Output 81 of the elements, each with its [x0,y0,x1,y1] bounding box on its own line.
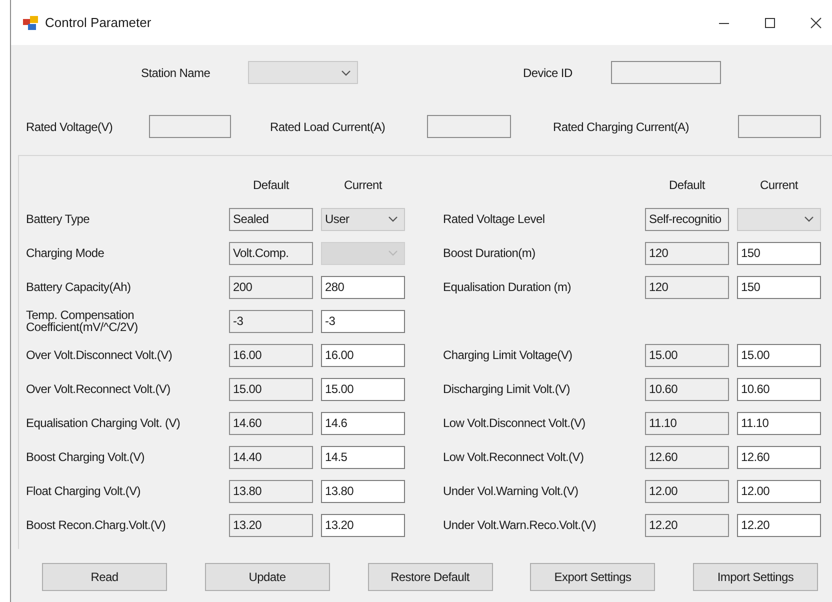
text-field[interactable]: 15.00 [321,378,405,400]
text-field[interactable]: 12.20 [737,514,821,536]
maximize-icon[interactable] [764,16,776,28]
text-field[interactable]: 150 [737,242,821,264]
text-field[interactable]: Self-recognitio [645,208,729,230]
text-field[interactable]: 10.60 [737,378,821,400]
field-label: Rated Charging Current(A) [553,120,690,134]
text-field[interactable]: 14.5 [321,446,405,468]
parameter-label: Temp. Compensation Coefficient(mV/^C/2V) [26,309,139,333]
text-field[interactable]: -3 [321,310,405,332]
text-field[interactable]: 16.00 [321,344,405,366]
parameter-label: Low Volt.Reconnect Volt.(V) [443,450,585,464]
parameter-label: Equalisation Charging Volt. (V) [26,416,182,430]
text-field[interactable] [149,115,231,138]
text-field[interactable]: 12.60 [645,446,729,468]
text-field[interactable]: 12.00 [737,480,821,502]
text-field[interactable]: 120 [645,276,729,298]
text-field[interactable]: 11.10 [737,412,821,434]
parameter-label: Battery Capacity(Ah) [26,280,132,294]
parameter-label: Charging Limit Voltage(V) [443,348,574,362]
text-field[interactable]: 120 [645,242,729,264]
parameter-label: Rated Voltage Level [443,212,546,226]
caret-icon [388,216,398,222]
parameter-label: Discharging Limit Volt.(V) [443,382,571,396]
parameter-label: Over Volt.Reconnect Volt.(V) [26,382,172,396]
text-field[interactable]: 13.80 [229,480,313,502]
text-field[interactable]: 16.00 [229,344,313,366]
field-label: Rated Voltage(V) [26,120,114,134]
field-label: Device ID [523,66,574,80]
field-label: Rated Load Current(A) [270,120,386,134]
column-header: Current [759,177,800,194]
text-field[interactable]: 14.6 [321,412,405,434]
text-field[interactable] [738,115,821,138]
text-field[interactable]: 12.60 [737,446,821,468]
caret-icon [804,216,814,222]
text-field[interactable]: 11.10 [645,412,729,434]
parameter-label: Over Volt.Disconnect Volt.(V) [26,348,174,362]
text-field[interactable]: 12.00 [645,480,729,502]
parameter-label: Battery Type [26,212,91,226]
text-field[interactable]: -3 [229,310,313,332]
text-field[interactable]: 12.20 [645,514,729,536]
parameter-label: Boost Duration(m) [443,246,536,260]
action-button[interactable]: Read [42,563,167,591]
field-label: Station Name [141,66,212,80]
caret-icon [388,250,398,256]
parameter-label: Low Volt.Disconnect Volt.(V) [443,416,586,430]
text-field[interactable]: 10.60 [645,378,729,400]
text-field[interactable] [427,115,511,138]
close-icon[interactable] [810,16,822,28]
text-field[interactable]: 280 [321,276,405,298]
parameter-label: Float Charging Volt.(V) [26,484,142,498]
action-button[interactable]: Export Settings [530,563,656,591]
column-header: Default [668,177,706,194]
action-button[interactable]: Update [204,563,330,591]
text-field[interactable]: 15.00 [737,344,821,366]
text-field[interactable]: 13.80 [321,480,405,502]
text-field[interactable]: Volt.Comp. [229,242,313,264]
window-title: Control Parameter [45,15,152,30]
caret-icon [341,70,351,76]
app-icon [23,16,39,30]
parameter-label: Under Volt.Warn.Reco.Volt.(V) [443,518,597,532]
text-field[interactable]: 14.40 [229,446,313,468]
parameter-label: Boost Recon.Charg.Volt.(V) [26,518,167,532]
text-field[interactable] [611,61,721,84]
parameter-label: Boost Charging Volt.(V) [26,450,146,464]
text-field[interactable]: 150 [737,276,821,298]
text-field[interactable]: 13.20 [229,514,313,536]
text-field[interactable]: 13.20 [321,514,405,536]
column-header: Current [343,177,384,194]
parameter-label: Equalisation Duration (m) [443,280,572,294]
column-header: Default [252,177,290,194]
action-button[interactable]: Import Settings [693,563,818,591]
text-field[interactable]: 200 [229,276,313,298]
parameter-label: Under Vol.Warning Volt.(V) [443,484,580,498]
text-field[interactable]: 15.00 [645,344,729,366]
text-field[interactable]: 15.00 [229,378,313,400]
dropdown[interactable]: User [321,208,405,230]
action-button[interactable]: Restore Default [368,563,492,591]
parameter-label: Charging Mode [26,246,106,260]
text-field[interactable]: Sealed [229,208,313,230]
text-field[interactable]: 14.60 [229,412,313,434]
